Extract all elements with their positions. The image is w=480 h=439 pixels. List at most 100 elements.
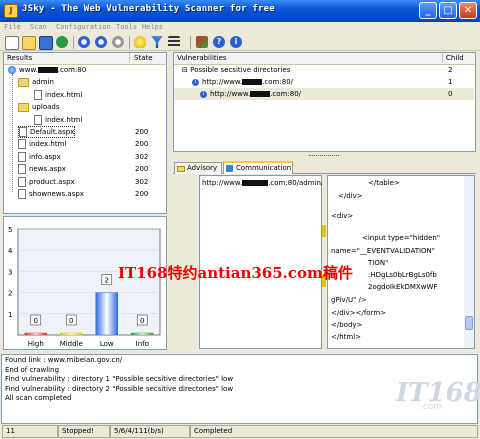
tab-communication-label: Communication	[236, 164, 292, 172]
value-label: 0	[34, 317, 38, 325]
file-icon	[18, 164, 26, 175]
menu-tools[interactable]: Tools	[116, 23, 137, 31]
log-line: Find vulnerability : directory 1 "Possib…	[5, 375, 234, 383]
tree-row[interactable]: index.html	[4, 114, 164, 126]
filter-icon[interactable]	[151, 36, 163, 48]
tree-item-label: product.aspx	[18, 176, 75, 188]
app-icon: J	[4, 4, 18, 18]
bar-middle	[59, 332, 83, 336]
menu-scan[interactable]: Scan	[30, 23, 47, 31]
vulnerability-label: i http://www. .com:80/	[192, 76, 293, 88]
status-count: 11	[2, 425, 58, 438]
vulnerability-row[interactable]: i http://www. .com:80/1	[174, 76, 474, 88]
tree-row[interactable]: shownews.aspx 200	[4, 188, 164, 200]
tree-row[interactable]: news.aspx 200	[4, 163, 164, 175]
code-line: <input type="hidden"	[362, 234, 441, 242]
bar-high	[24, 332, 48, 336]
folder-icon	[177, 166, 185, 172]
code-line: 2ogdoIkEkDMXwWF	[368, 283, 438, 291]
collapse-icon: ⊟	[182, 66, 191, 74]
tab-advisory[interactable]: Advisory	[174, 162, 222, 174]
x-tick-label: High	[28, 340, 44, 348]
code-line: <div>	[331, 212, 354, 220]
log-line: Found link : www.mibeian.gov.cn/	[5, 356, 123, 364]
tree-item-label: admin	[18, 76, 54, 88]
watermark-text: IT168特约antian365.com稿件	[118, 264, 353, 282]
menu-helps[interactable]: Helps	[142, 23, 163, 31]
horizontal-splitter[interactable]	[171, 153, 478, 159]
col-vulnerabilities[interactable]: Vulnerabilities	[177, 53, 227, 64]
vulnerability-list: ⊟ Possible secsitive directories 2 i http:/…	[174, 64, 475, 104]
vulnerability-child-count: 2	[448, 66, 453, 74]
y-tick-label: 4	[8, 247, 13, 255]
tree-item-label: info.aspx	[18, 151, 61, 163]
file-icon	[18, 151, 26, 162]
tree-item-state: 200	[135, 128, 149, 136]
help-icon[interactable]: ?	[213, 36, 225, 48]
about-icon[interactable]: i	[230, 36, 242, 48]
menu-bar: File Scan Configuration Tools Helps	[0, 22, 480, 34]
new-icon[interactable]	[5, 36, 19, 50]
menu-file[interactable]: File	[4, 23, 21, 31]
col-results[interactable]: Results	[7, 53, 32, 64]
file-icon	[34, 89, 42, 100]
stop-icon[interactable]	[112, 36, 124, 48]
vulnerability-label: ⊟ Possible secsitive directories	[182, 66, 291, 74]
redaction	[250, 91, 271, 97]
log-line: Find vulnerability : directory 2 "Possib…	[5, 384, 234, 393]
chart-pane: 1 2 3 4 5 0 High 0 Middle 2 Low 0 Info	[3, 216, 167, 350]
code-line: </html>	[331, 333, 362, 341]
maximize-button[interactable]: □	[439, 2, 457, 19]
redaction	[242, 79, 263, 85]
tree-row[interactable]: uploads	[4, 101, 164, 113]
vulnerability-child-count: 1	[448, 78, 453, 86]
tree-row[interactable]: www. .com:80	[4, 64, 164, 76]
globe-icon	[8, 66, 16, 74]
vertical-splitter[interactable]	[167, 52, 173, 352]
log-line: All scan completed	[5, 394, 72, 402]
idea-icon[interactable]	[134, 36, 146, 48]
tab-communication[interactable]: Communication	[223, 161, 293, 174]
minimize-button[interactable]: _	[419, 2, 437, 19]
refresh-icon[interactable]	[56, 36, 68, 48]
severity-chart: 1 2 3 4 5 0 High 0 Middle 2 Low 0 Info	[8, 226, 161, 348]
col-state[interactable]: State	[134, 53, 153, 64]
code-line: </table>	[368, 179, 400, 187]
pause-icon[interactable]	[95, 36, 107, 48]
menu-configuration[interactable]: Configuration	[56, 23, 111, 31]
value-label: 0	[69, 317, 73, 325]
response-scrollbar[interactable]	[464, 176, 474, 348]
code-line: </div>	[338, 192, 363, 200]
tree-item-state: 200	[135, 140, 149, 149]
tree-item-label: news.aspx	[18, 163, 66, 175]
bar-low	[95, 292, 119, 336]
col-child[interactable]: Child	[446, 53, 464, 64]
close-button[interactable]: ✕	[459, 2, 477, 19]
tab-strip: Advisory Communication	[173, 161, 476, 174]
tree-item-label: index.html	[34, 114, 82, 126]
tree-row[interactable]: Default.aspx 200	[4, 126, 164, 138]
target-icon[interactable]	[196, 36, 208, 48]
tree-row[interactable]: index.html 200	[4, 138, 164, 150]
code-line: </body>	[331, 321, 363, 329]
tree-item-state: 200	[135, 165, 149, 174]
vulnerability-row[interactable]: ⊟ Possible secsitive directories 2	[174, 64, 474, 76]
vulnerability-row[interactable]: i http://www. .com:80/0	[174, 88, 474, 100]
open-icon[interactable]	[22, 36, 36, 50]
it168-logo-sub: .com	[420, 402, 443, 412]
chart-splitter[interactable]	[3, 214, 167, 216]
tree-row[interactable]: info.aspx 302	[4, 151, 164, 163]
code-line: </div></form>	[331, 309, 387, 317]
redaction	[37, 67, 58, 73]
info-icon: i	[200, 90, 207, 98]
x-tick-label: Middle	[60, 340, 83, 348]
save-icon[interactable]	[39, 36, 53, 50]
tree-row[interactable]: admin	[4, 76, 164, 88]
tree-item-label: www. .com:80	[8, 64, 86, 76]
tree-row[interactable]: product.aspx 302	[4, 176, 164, 188]
view-menu-icon[interactable]	[168, 36, 180, 48]
tree-row[interactable]: index.html	[4, 89, 164, 101]
scroll-thumb[interactable]	[465, 316, 473, 330]
start-scan-icon[interactable]	[78, 36, 90, 48]
info-icon: i	[192, 78, 199, 86]
